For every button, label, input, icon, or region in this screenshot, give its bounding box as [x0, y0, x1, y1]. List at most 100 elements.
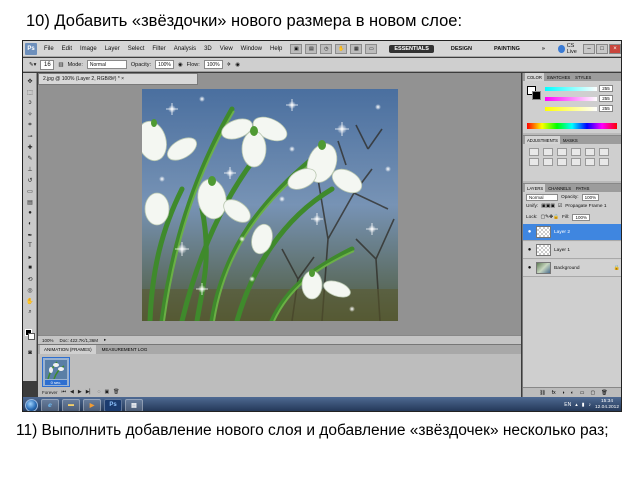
document-tab[interactable]: 2.jpg @ 100% (Layer 2, RGB/8#) * × — [38, 73, 198, 85]
levels-icon[interactable] — [543, 148, 553, 156]
add-mask-icon[interactable]: ◑ — [562, 390, 565, 396]
tab-color[interactable]: COLOR — [525, 73, 544, 81]
color-panel-swatches[interactable] — [527, 86, 541, 100]
close-icon[interactable]: × — [609, 43, 621, 54]
color-panel-background[interactable] — [532, 91, 541, 100]
exposure-icon[interactable] — [571, 148, 581, 156]
color-spectrum[interactable] — [527, 123, 617, 129]
start-button-icon[interactable] — [25, 398, 38, 411]
loop-select[interactable]: Forever — [42, 390, 58, 395]
red-slider[interactable] — [545, 87, 597, 91]
minimize-icon[interactable]: – — [583, 43, 595, 54]
zoom-tool-icon[interactable]: ⌕ — [25, 308, 35, 316]
menu-layer[interactable]: Layer — [101, 46, 124, 52]
curves-icon[interactable] — [557, 148, 567, 156]
play-icon[interactable]: ▶ — [78, 389, 82, 395]
unify-icons[interactable]: ▣▣▣ — [541, 204, 555, 209]
fill-field[interactable]: 100% — [572, 214, 590, 221]
layer-row-background[interactable]: ● Background 🔒 — [523, 260, 621, 277]
propagate-checkbox[interactable]: ☑ — [558, 204, 562, 209]
hand-tool-icon[interactable]: ✋ — [335, 43, 348, 54]
volume-icon[interactable]: ♪ — [588, 402, 591, 408]
internet-explorer-icon[interactable]: e — [41, 398, 59, 411]
delete-frame-icon[interactable]: 🗑 — [113, 389, 119, 395]
tab-animation-frames[interactable]: ANIMATION (FRAMES) — [40, 345, 96, 354]
tray-arrow-icon[interactable]: ▴ — [575, 402, 578, 408]
duplicate-frame-icon[interactable]: ▣ — [104, 389, 109, 395]
maximize-icon[interactable]: □ — [596, 43, 608, 54]
opacity-field[interactable]: 100% — [155, 60, 174, 69]
pen-tool-icon[interactable]: ✒ — [25, 231, 35, 239]
eyedropper-tool-icon[interactable]: ⊸ — [25, 132, 35, 140]
eraser-tool-icon[interactable]: ▭ — [25, 187, 35, 195]
path-select-tool-icon[interactable]: ▸ — [25, 253, 35, 261]
menu-analysis[interactable]: Analysis — [170, 46, 200, 52]
foreground-background-colors[interactable] — [25, 329, 35, 341]
new-layer-icon[interactable]: ▢ — [590, 390, 595, 396]
channel-mixer-icon[interactable] — [571, 158, 581, 166]
delete-layer-icon[interactable]: 🗑 — [601, 390, 607, 396]
red-value[interactable]: 255 — [599, 85, 613, 92]
menu-image[interactable]: Image — [76, 46, 101, 52]
brightness-icon[interactable] — [529, 148, 539, 156]
3d-rotate-tool-icon[interactable]: ⟲ — [25, 275, 35, 283]
invert-icon[interactable] — [585, 158, 595, 166]
workspace-design[interactable]: DESIGN — [446, 45, 477, 53]
green-slider[interactable] — [545, 97, 597, 101]
brush-tool-preset-icon[interactable]: ✎▾ — [29, 62, 36, 68]
blend-mode-select[interactable]: Normal — [526, 194, 558, 201]
workspace-essentials[interactable]: ESSENTIALS — [389, 44, 434, 53]
tab-styles[interactable]: STYLES — [573, 73, 593, 81]
menu-3d[interactable]: 3D — [200, 46, 216, 52]
group-icon[interactable]: ▭ — [580, 390, 585, 396]
tab-layers[interactable]: LAYERS — [525, 184, 546, 192]
blur-tool-icon[interactable]: ● — [25, 209, 35, 217]
layers-opacity-field[interactable]: 100% — [581, 194, 600, 201]
image-canvas[interactable] — [142, 89, 398, 321]
healing-brush-tool-icon[interactable]: ✚ — [25, 143, 35, 151]
flow-field[interactable]: 100% — [203, 60, 223, 69]
brush-preset-picker[interactable]: 16 — [40, 59, 55, 70]
media-player-icon[interactable]: ▶ — [83, 398, 101, 411]
3d-orbit-tool-icon[interactable]: ◎ — [25, 286, 35, 294]
brush-tool-icon[interactable]: ✎ — [25, 154, 35, 162]
zoom-level[interactable]: 100% — [42, 338, 54, 343]
language-indicator[interactable]: EN — [564, 402, 571, 408]
tab-adjustments[interactable]: ADJUSTMENTS — [525, 136, 560, 144]
next-frame-icon[interactable]: ▶▏ — [86, 389, 94, 395]
cs-live-button[interactable]: CS Live — [557, 43, 583, 55]
menu-filter[interactable]: Filter — [148, 46, 169, 52]
pressure-size-icon[interactable]: ◉ — [235, 62, 240, 68]
tab-paths[interactable]: PATHS — [574, 184, 591, 192]
adjustment-layer-icon[interactable]: ◐ — [571, 390, 574, 396]
blue-value[interactable]: 255 — [599, 105, 613, 112]
menu-view[interactable]: View — [216, 46, 237, 52]
brush-panel-icon[interactable]: ▥ — [58, 62, 63, 68]
status-arrow-icon[interactable]: ▸ — [104, 337, 106, 343]
marquee-tool-icon[interactable]: ⬚ — [25, 88, 35, 96]
network-icon[interactable]: ▮ — [582, 402, 585, 408]
menu-window[interactable]: Window — [237, 46, 266, 52]
arrange-icon[interactable]: ▦ — [350, 43, 363, 54]
layer-row-layer-2[interactable]: ● Layer 2 — [523, 224, 621, 241]
workspace-painting[interactable]: PAINTING — [489, 45, 525, 53]
bridge-icon[interactable]: ▣ — [290, 43, 303, 54]
visibility-eye-icon[interactable]: ● — [526, 265, 533, 271]
menu-file[interactable]: File — [40, 46, 58, 52]
posterize-icon[interactable] — [599, 158, 609, 166]
menu-edit[interactable]: Edit — [58, 46, 76, 52]
menu-help[interactable]: Help — [266, 46, 286, 52]
tween-icon[interactable]: ◌ — [97, 389, 100, 395]
history-brush-tool-icon[interactable]: ↺ — [25, 176, 35, 184]
link-layers-icon[interactable]: ⛓ — [539, 390, 545, 396]
frame-delay[interactable]: 0 sec. — [45, 380, 67, 385]
black-white-icon[interactable] — [543, 158, 553, 166]
explorer-folder-icon[interactable]: ▬ — [62, 398, 80, 411]
visibility-eye-icon[interactable]: ● — [526, 229, 533, 235]
previous-frame-icon[interactable]: ◀ — [70, 389, 74, 395]
photoshop-taskbar-icon[interactable]: Ps — [104, 398, 122, 411]
document-tab-close-icon[interactable]: × — [121, 76, 124, 82]
tab-channels[interactable]: CHANNELS — [546, 184, 573, 192]
screen-mode-icon[interactable]: ▭ — [365, 43, 378, 54]
clock[interactable]: 15:34 12.04.2012 — [595, 399, 619, 411]
